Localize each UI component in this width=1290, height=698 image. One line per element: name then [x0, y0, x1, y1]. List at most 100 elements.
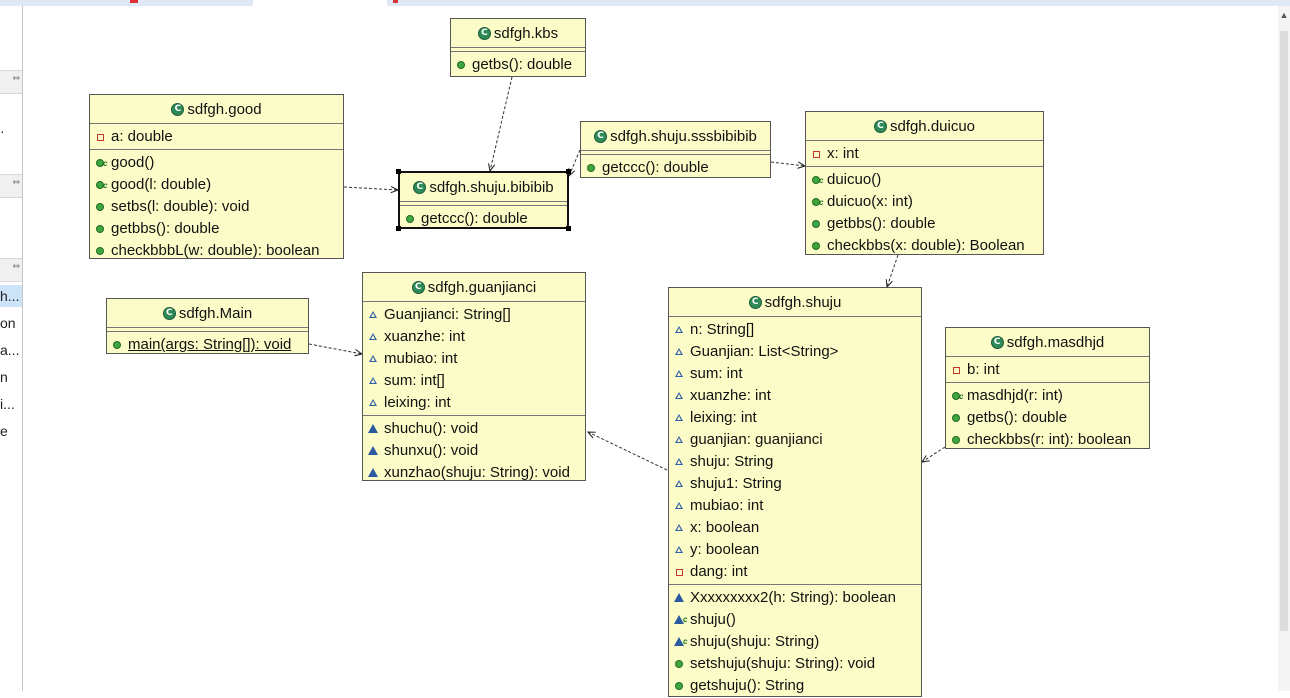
method-row[interactable]: c duicuo(x: int) — [806, 191, 1043, 213]
constructor-icon: c — [96, 159, 107, 168]
attribute-row[interactable]: Guanjian: List<String> — [669, 341, 921, 363]
attribute-row[interactable]: guanjian: guanjianci — [669, 429, 921, 451]
method-row[interactable]: getshuju(): String — [669, 675, 921, 697]
class-box-good[interactable]: Csdfgh.good a: double c good() c good(l: d… — [89, 94, 344, 259]
attribute-row[interactable]: x: boolean — [669, 517, 921, 539]
method-row[interactable]: checkbbs(x: double): Boolean — [806, 235, 1043, 257]
class-icon: C — [411, 280, 425, 294]
attribute-row[interactable]: xuanzhe: int — [669, 385, 921, 407]
method-row[interactable]: c good() — [90, 152, 343, 174]
package-field-icon — [675, 436, 683, 443]
attribute-row[interactable]: x: int — [806, 143, 1043, 165]
attribute-row[interactable]: n: String[] — [669, 319, 921, 341]
selection-handle[interactable] — [396, 226, 401, 231]
attribute-row[interactable]: sum: int[] — [363, 370, 585, 392]
class-header: Csdfgh.shuju.sssbibibib — [581, 122, 770, 151]
package-field-icon — [675, 458, 683, 465]
method-signature: getbbs(): double — [827, 215, 936, 232]
method-row[interactable]: Xxxxxxxxx2(h: String): boolean — [669, 587, 921, 609]
method-signature: setbs(l: double): void — [111, 198, 250, 215]
method-row[interactable]: getbbs(): double — [806, 213, 1043, 235]
class-box-sssbibibib[interactable]: Csdfgh.shuju.sssbibibib getccc(): double — [580, 121, 771, 178]
method-row[interactable]: c shuju() — [669, 609, 921, 631]
class-name: sdfgh.shuju.sssbibibib — [610, 127, 757, 145]
method-row[interactable]: shunxu(): void — [363, 440, 585, 462]
package-field-icon — [675, 326, 683, 333]
attributes-section: Guanjianci: String[] xuanzhe: int mubiao… — [363, 302, 585, 416]
class-icon: C — [990, 335, 1004, 349]
public-method-icon — [952, 414, 960, 422]
method-row[interactable]: getbs(): double — [451, 54, 585, 76]
connector-shuju-guanjianci — [588, 432, 668, 471]
class-icon: C — [594, 129, 608, 143]
selection-handle[interactable] — [566, 226, 571, 231]
method-row[interactable]: setshuju(shuju: String): void — [669, 653, 921, 675]
method-row[interactable]: c good(l: double) — [90, 174, 343, 196]
method-row[interactable]: shuchu(): void — [363, 418, 585, 440]
class-box-duicuo[interactable]: Csdfgh.duicuo x: int c duicuo() c duicuo(x… — [805, 111, 1044, 255]
public-method-icon — [812, 242, 820, 250]
attribute-row[interactable]: leixing: int — [669, 407, 921, 429]
package-field-icon — [675, 480, 683, 487]
selection-handle[interactable] — [566, 169, 571, 174]
connector-main-guanjianci — [308, 343, 362, 354]
public-method-icon — [96, 247, 104, 255]
method-row[interactable]: xunzhao(shuju: String): void — [363, 462, 585, 484]
method-row[interactable]: checkbbs(r: int): boolean — [946, 429, 1149, 451]
selection-handle[interactable] — [396, 169, 401, 174]
attribute-row[interactable]: b: int — [946, 359, 1149, 381]
class-box-masdhjd[interactable]: Csdfgh.masdhjd b: int c masdhjd(r: int) g… — [945, 327, 1150, 449]
attribute-text: shuju: String — [690, 453, 774, 470]
method-row[interactable]: main(args: String[]): void — [107, 334, 308, 356]
method-row[interactable]: getbs(): double — [946, 407, 1149, 429]
class-box-kbs[interactable]: Csdfgh.kbs getbs(): double — [450, 18, 586, 77]
class-box-guanjianci[interactable]: Csdfgh.guanjianci Guanjianci: String[] x… — [362, 272, 586, 481]
package-method-icon — [368, 446, 378, 455]
attribute-row[interactable]: shuju: String — [669, 451, 921, 473]
attribute-row[interactable]: shuju1: String — [669, 473, 921, 495]
attribute-row[interactable]: xuanzhe: int — [363, 326, 585, 348]
connector-sssbibibib-duicuo — [770, 161, 805, 166]
method-signature: good(l: double) — [111, 176, 212, 193]
attribute-row[interactable]: mubiao: int — [669, 495, 921, 517]
method-signature: masdhjd(r: int) — [967, 387, 1063, 404]
class-header: Csdfgh.shuju — [669, 288, 921, 317]
attribute-row[interactable]: mubiao: int — [363, 348, 585, 370]
method-row[interactable]: c masdhjd(r: int) — [946, 385, 1149, 407]
attribute-text: x: boolean — [690, 519, 760, 536]
class-box-main[interactable]: Csdfgh.Main main(args: String[]): void — [106, 298, 309, 354]
method-row[interactable]: c duicuo() — [806, 169, 1043, 191]
package-field-icon — [675, 414, 683, 421]
attribute-text: shuju1: String — [690, 475, 782, 492]
method-row[interactable]: setbs(l: double): void — [90, 196, 343, 218]
attribute-text: dang: int — [690, 563, 748, 580]
attribute-text: sum: int[] — [384, 372, 445, 389]
method-row[interactable]: c shuju(shuju: String) — [669, 631, 921, 653]
attribute-row[interactable]: Guanjianci: String[] — [363, 304, 585, 326]
methods-section: c duicuo() c duicuo(x: int) getbbs(): doub… — [806, 167, 1043, 258]
method-signature: setshuju(shuju: String): void — [690, 655, 876, 672]
attribute-row[interactable]: leixing: int — [363, 392, 585, 414]
public-method-icon — [587, 164, 595, 172]
methods-section: shuchu(): void shunxu(): void xunzhao(sh… — [363, 416, 585, 485]
class-name: sdfgh.Main — [178, 304, 253, 322]
package-method-icon — [368, 468, 378, 477]
method-signature: getccc(): double — [421, 210, 528, 227]
attribute-row[interactable]: a: double — [90, 126, 343, 148]
attribute-row[interactable]: sum: int — [669, 363, 921, 385]
constructor-icon: c — [812, 176, 823, 185]
method-row[interactable]: getccc(): double — [400, 208, 567, 230]
class-box-bibibib[interactable]: Csdfgh.shuju.bibibib getccc(): double — [398, 171, 569, 229]
attribute-row[interactable]: y: boolean — [669, 539, 921, 561]
method-row[interactable]: getccc(): double — [581, 157, 770, 179]
public-method-icon — [96, 203, 104, 211]
private-field-icon — [953, 367, 960, 374]
public-method-icon — [675, 682, 683, 690]
method-row[interactable]: getbbs(): double — [90, 218, 343, 240]
private-field-icon — [813, 151, 820, 158]
method-row[interactable]: checkbbbL(w: double): boolean — [90, 240, 343, 262]
connector-masdhjd-shuju — [922, 446, 946, 462]
attribute-row[interactable]: dang: int — [669, 561, 921, 583]
method-signature: getbs(): double — [472, 56, 573, 73]
class-box-shuju[interactable]: Csdfgh.shuju n: String[] Guanjian: List<… — [668, 287, 922, 697]
